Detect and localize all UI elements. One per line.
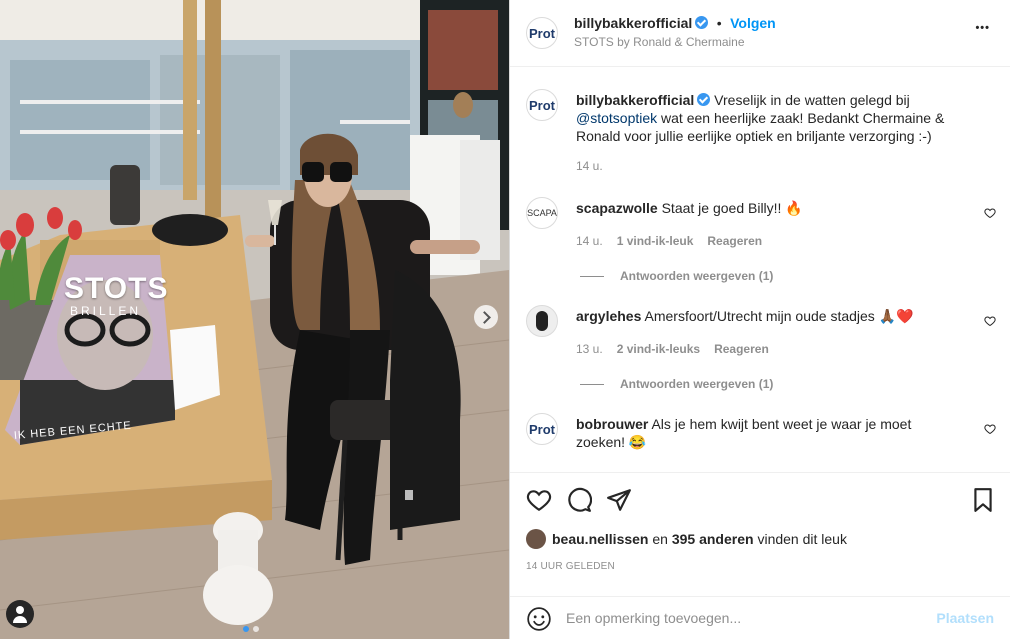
comment-likes[interactable]: 1 vind-ik-leuk (617, 234, 694, 248)
comment-avatar[interactable]: SCAPA (526, 197, 558, 229)
post-location[interactable]: STOTS by Ronald & Chermaine (574, 35, 745, 49)
bag-sub-text: BRILLEN (70, 304, 142, 318)
caption-text: billybakkerofficial Vreselijk in de watt… (576, 91, 976, 145)
carousel-dot (253, 626, 259, 632)
comment-username[interactable]: billybakkerofficial (576, 92, 694, 108)
reply-button[interactable]: Reageren (707, 234, 762, 248)
add-comment-bar: Een opmerking toevoegen... Plaatsen (510, 596, 1010, 641)
next-photo-button[interactable] (474, 305, 498, 329)
comment-avatar[interactable] (526, 305, 558, 337)
more-options-button[interactable]: ••• (975, 22, 990, 34)
like-comment-heart-icon[interactable] (984, 207, 996, 219)
comment-text: bobrouwer Als je hem kwijt bent weet je … (576, 415, 956, 451)
view-replies-label: Antwoorden weergeven (1) (620, 269, 774, 283)
comment-body: Amersfoort/Utrecht mijn oude stadjes 🙏🏾❤… (641, 308, 914, 324)
post-actions-section: beau.nellissen en 395 anderen vinden dit… (510, 472, 1010, 640)
mention-link[interactable]: @stotsoptiek (576, 110, 657, 126)
comment-body: Staat je goed Billy!! 🔥 (657, 200, 803, 216)
caption-body: Vreselijk in de watten gelegd bij (710, 92, 910, 108)
comment-username[interactable]: argylehes (576, 308, 641, 324)
comment-input[interactable]: Een opmerking toevoegen... (566, 610, 741, 626)
comment-time[interactable]: 14 u. (576, 234, 603, 248)
post-timestamp[interactable]: 14 UUR GELEDEN (526, 561, 615, 572)
likes-summary: beau.nellissen en 395 anderen vinden dit… (526, 529, 847, 549)
verified-badge-icon (697, 93, 711, 106)
post-photo[interactable]: STOTS BRILLEN IK HEB EEN ECHTE (0, 0, 509, 639)
comment-meta: 14 u. 1 vind-ik-leuk Reageren (576, 234, 776, 248)
likes-connector: en (648, 531, 672, 547)
post-side-panel: Prot billybakkerofficial • Volgen STOTS … (509, 0, 1010, 639)
comment-username[interactable]: bobrouwer (576, 416, 648, 432)
like-heart-icon[interactable] (526, 487, 552, 513)
view-replies-button[interactable]: Antwoorden weergeven (1) (580, 377, 773, 391)
author-username[interactable]: billybakkerofficial (574, 15, 692, 31)
share-paper-plane-icon[interactable] (606, 487, 632, 513)
comment-avatar[interactable]: Prot (526, 89, 558, 121)
comment-username[interactable]: scapazwolle (576, 200, 658, 216)
replies-line (580, 276, 604, 278)
bag-brand-text: STOTS (64, 272, 169, 305)
author-avatar[interactable]: Prot (526, 17, 558, 49)
comment-likes[interactable]: 2 vind-ik-leuks (617, 342, 700, 356)
user-icon-body (13, 616, 27, 623)
comment-meta: 13 u. 2 vind-ik-leuks Reageren (576, 342, 783, 356)
user-icon (16, 606, 24, 614)
bookmark-icon[interactable] (970, 487, 996, 513)
comment-text: argylehes Amersfoort/Utrecht mijn oude s… (576, 307, 976, 325)
header-title-row: billybakkerofficial • Volgen (574, 15, 776, 33)
avatar-text: Prot (529, 97, 555, 113)
comment-time[interactable]: 13 u. (576, 342, 603, 356)
comment-time[interactable]: 14 u. (576, 159, 603, 173)
verified-badge-icon (695, 16, 709, 29)
likes-count[interactable]: 395 anderen (672, 531, 754, 547)
avatar-text: SCAPA (527, 208, 557, 218)
emoji-icon[interactable] (526, 606, 552, 632)
likes-suffix: vinden dit leuk (753, 531, 847, 547)
comment-bubble-icon[interactable] (566, 487, 592, 513)
view-replies-label: Antwoorden weergeven (1) (620, 377, 774, 391)
avatar-text: Prot (529, 421, 555, 437)
comment-avatar[interactable]: Prot (526, 413, 558, 445)
like-comment-heart-icon[interactable] (984, 315, 996, 327)
tagged-users-button[interactable] (6, 600, 34, 628)
post-photo-image (0, 0, 509, 639)
liker-username[interactable]: beau.nellissen (552, 531, 648, 547)
avatar-text: Prot (529, 25, 555, 41)
comment-text: scapazwolle Staat je goed Billy!! 🔥 (576, 199, 976, 217)
like-comment-heart-icon[interactable] (984, 423, 996, 435)
follow-button[interactable]: Volgen (730, 15, 776, 31)
comments-list: Prot billybakkerofficial Vreselijk in de… (510, 67, 1010, 472)
chevron-right-icon (478, 310, 491, 324)
view-replies-button[interactable]: Antwoorden weergeven (1) (580, 269, 773, 283)
separator-dot: • (716, 15, 722, 31)
carousel-dot-active (243, 626, 249, 632)
liker-avatar[interactable] (526, 529, 546, 549)
reply-button[interactable]: Reageren (714, 342, 769, 356)
post-comment-button[interactable]: Plaatsen (936, 610, 994, 626)
carousel-dots (243, 619, 259, 637)
replies-line (580, 384, 604, 386)
caption-meta: 14 u. (576, 159, 617, 173)
avatar-photo (536, 311, 548, 331)
post-header: Prot billybakkerofficial • Volgen STOTS … (510, 0, 1010, 67)
